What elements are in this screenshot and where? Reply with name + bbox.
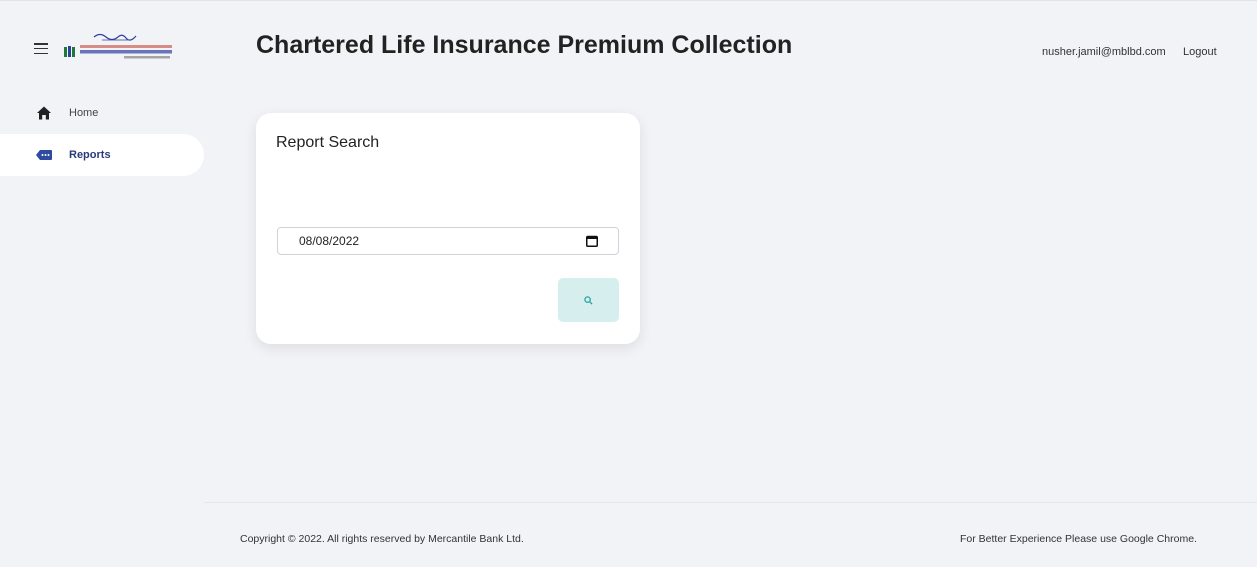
sidebar-item-reports[interactable]: Reports [0,134,204,176]
browser-note: For Better Experience Please use Google … [960,533,1197,545]
date-value: 08/08/2022 [299,234,360,248]
top-bar: Chartered Life Insurance Premium Collect… [0,0,1257,93]
report-date-field[interactable]: 08/08/2022 [277,227,619,255]
sidebar: Home Reports [0,92,204,176]
sidebar-item-home[interactable]: Home [0,92,204,134]
menu-toggle-icon[interactable] [34,43,48,54]
page-title: Chartered Life Insurance Premium Collect… [256,31,793,59]
sidebar-item-label: Reports [69,149,111,161]
report-search-card: Report Search 08/08/2022 [256,113,640,344]
calendar-icon[interactable] [586,235,598,247]
bank-logo[interactable] [64,31,174,63]
copyright-text: Copyright © 2022. All rights reserved by… [240,533,524,545]
search-button[interactable] [558,278,619,322]
card-title: Report Search [276,134,380,151]
sidebar-item-label: Home [69,107,99,119]
user-email: nusher.jamil@mblbd.com [1042,46,1166,58]
reports-icon [36,150,52,160]
logout-link[interactable]: Logout [1183,46,1217,58]
footer-divider [204,502,1257,503]
home-icon [37,106,51,120]
search-icon [584,295,593,305]
